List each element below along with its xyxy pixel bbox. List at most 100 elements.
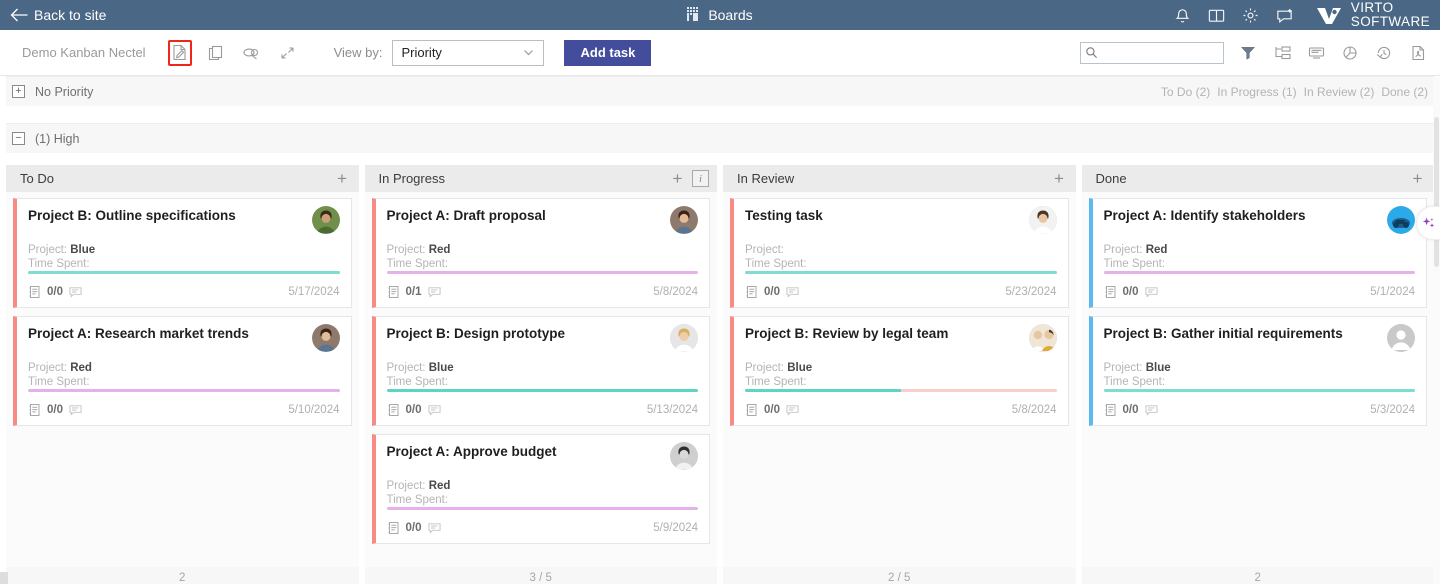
- card-footer: 0/0 5/8/2024: [745, 403, 1057, 417]
- task-card[interactable]: Project B: Gather initial requirements Pr…: [1088, 316, 1427, 426]
- page-title: Boards: [708, 7, 753, 23]
- export-pdf-icon[interactable]: [1408, 43, 1428, 63]
- avatar[interactable]: [1387, 206, 1415, 234]
- add-card-button[interactable]: +: [1051, 170, 1068, 187]
- comment-icon[interactable]: [69, 403, 82, 417]
- collapse-group-icon[interactable]: −: [12, 132, 25, 145]
- view-by-select[interactable]: Priority: [392, 39, 545, 66]
- book-icon[interactable]: [1207, 6, 1226, 25]
- column-header-actions: +: [1409, 170, 1426, 187]
- collapse-icon[interactable]: [276, 41, 300, 65]
- add-card-button[interactable]: +: [334, 170, 351, 187]
- history-icon[interactable]: [1374, 43, 1394, 63]
- card-time-label: Time Spent:: [745, 258, 807, 271]
- bell-icon[interactable]: [1173, 6, 1192, 25]
- card-progress-bar: [745, 389, 1057, 392]
- card-time-row: Time Spent:: [745, 375, 1057, 389]
- task-card[interactable]: Project B: Outline specifications Project…: [13, 198, 352, 308]
- expand-group-icon[interactable]: +: [12, 85, 25, 98]
- checklist-icon: [28, 285, 41, 299]
- card-top: Project B: Review by legal team: [745, 324, 1057, 352]
- top-navigation-bar: Back to site Boards VIRTO SOFTWARE: [0, 0, 1440, 30]
- task-card[interactable]: Project A: Research market trends Project…: [13, 316, 352, 426]
- comment-icon[interactable]: [69, 285, 82, 299]
- filter-icon[interactable]: [1238, 43, 1258, 63]
- card-project-label: Project:: [28, 244, 67, 256]
- card-project-row: Project: Red: [1104, 243, 1416, 257]
- column-info-icon[interactable]: i: [692, 170, 709, 187]
- chat-plus-icon[interactable]: [1275, 6, 1294, 25]
- comment-icon[interactable]: [427, 521, 441, 535]
- card-metadata: Project: Blue Time Spent:: [745, 361, 1057, 389]
- card-project-value: Red: [428, 480, 451, 492]
- kanban-column: In Progress + i Project A: Draft proposal Pr…: [364, 165, 717, 584]
- add-task-button[interactable]: Add task: [564, 39, 652, 66]
- gear-icon[interactable]: [1241, 6, 1260, 25]
- card-due-date: 5/8/2024: [653, 286, 698, 298]
- copy-icon[interactable]: [204, 41, 228, 65]
- comment-icon[interactable]: [786, 285, 799, 299]
- count-in-review: In Review (2): [1303, 84, 1375, 99]
- card-footer: 0/0 5/10/2024: [28, 403, 340, 417]
- card-project-value: Blue: [428, 362, 454, 374]
- avatar[interactable]: [670, 324, 698, 352]
- column-header: In Review +: [723, 165, 1076, 192]
- back-to-site-label: Back to site: [34, 7, 107, 23]
- checklist-icon: [1104, 403, 1117, 417]
- comment-icon[interactable]: [427, 285, 441, 299]
- card-due-date: 5/9/2024: [653, 522, 698, 534]
- avatar[interactable]: [1028, 206, 1057, 234]
- comment-icon[interactable]: [1144, 403, 1158, 417]
- avatar[interactable]: [311, 324, 340, 352]
- avatar[interactable]: [670, 206, 698, 234]
- view-by-value: Priority: [401, 45, 442, 60]
- card-title: Project A: Identify stakeholders: [1103, 208, 1306, 223]
- avatar[interactable]: [311, 206, 340, 234]
- card-time-row: Time Spent:: [28, 375, 340, 389]
- back-to-site-link[interactable]: Back to site: [0, 7, 106, 23]
- task-card[interactable]: Project B: Review by legal team Project: …: [730, 316, 1069, 426]
- card-project-label: Project:: [1103, 362, 1143, 374]
- column-title: Done: [1095, 171, 1127, 186]
- task-card[interactable]: Project A: Approve budget Project: Red Tim…: [371, 434, 710, 544]
- column-header-actions: + i: [669, 170, 709, 187]
- card-progress-bar: [1103, 271, 1415, 274]
- chart-icon[interactable]: [1340, 43, 1360, 63]
- task-card[interactable]: Project B: Design prototype Project: Blue…: [371, 316, 710, 426]
- scrollbar-thumb[interactable]: [1434, 117, 1439, 267]
- card-progress-bar: [386, 271, 698, 274]
- avatar[interactable]: [1387, 324, 1415, 352]
- card-time-label: Time Spent:: [1103, 258, 1166, 271]
- add-card-button[interactable]: +: [1409, 170, 1426, 187]
- card-settings-icon[interactable]: [1306, 43, 1326, 63]
- avatar[interactable]: [1028, 324, 1057, 352]
- brand-line-2: SOFTWARE: [1350, 14, 1430, 29]
- card-metadata: Project: Red Time Spent:: [1104, 243, 1416, 271]
- swimlane-icon[interactable]: [1272, 43, 1292, 63]
- search-input[interactable]: [1098, 45, 1219, 60]
- comment-icon[interactable]: [427, 403, 441, 417]
- progress-segment: [386, 507, 698, 510]
- vertical-scrollbar[interactable]: [1433, 77, 1440, 584]
- card-project-value: Blue: [787, 362, 813, 374]
- comment-icon[interactable]: [1144, 285, 1158, 299]
- card-top: Project B: Design prototype: [387, 324, 698, 352]
- edit-document-icon[interactable]: [167, 39, 192, 66]
- card-metadata: Project: Time Spent:: [745, 243, 1057, 271]
- card-time-row: Time Spent:: [28, 257, 340, 271]
- avatar[interactable]: [670, 442, 698, 470]
- task-card[interactable]: Project A: Draft proposal Project: Red Tim…: [371, 198, 710, 308]
- horizontal-scrollbar[interactable]: [0, 572, 8, 584]
- search-box[interactable]: [1080, 41, 1224, 64]
- task-card[interactable]: Project A: Identify stakeholders Project:…: [1088, 198, 1427, 308]
- group-header-no-priority[interactable]: + No Priority To Do (2) In Progress (1) …: [6, 76, 1434, 106]
- card-project-row: Project: Blue: [28, 243, 340, 257]
- kanban-column: In Review + Testing task Project: Time Spen…: [723, 165, 1076, 584]
- card-project-label: Project:: [386, 362, 426, 374]
- comment-icon[interactable]: [786, 403, 799, 417]
- task-card[interactable]: Testing task Project: Time Spent: 0/0 5/23…: [730, 198, 1069, 308]
- add-card-button[interactable]: +: [669, 170, 686, 187]
- group-header-high[interactable]: − (1) High: [6, 123, 1434, 153]
- card-title: Testing task: [745, 208, 823, 223]
- link-off-icon[interactable]: [240, 41, 264, 65]
